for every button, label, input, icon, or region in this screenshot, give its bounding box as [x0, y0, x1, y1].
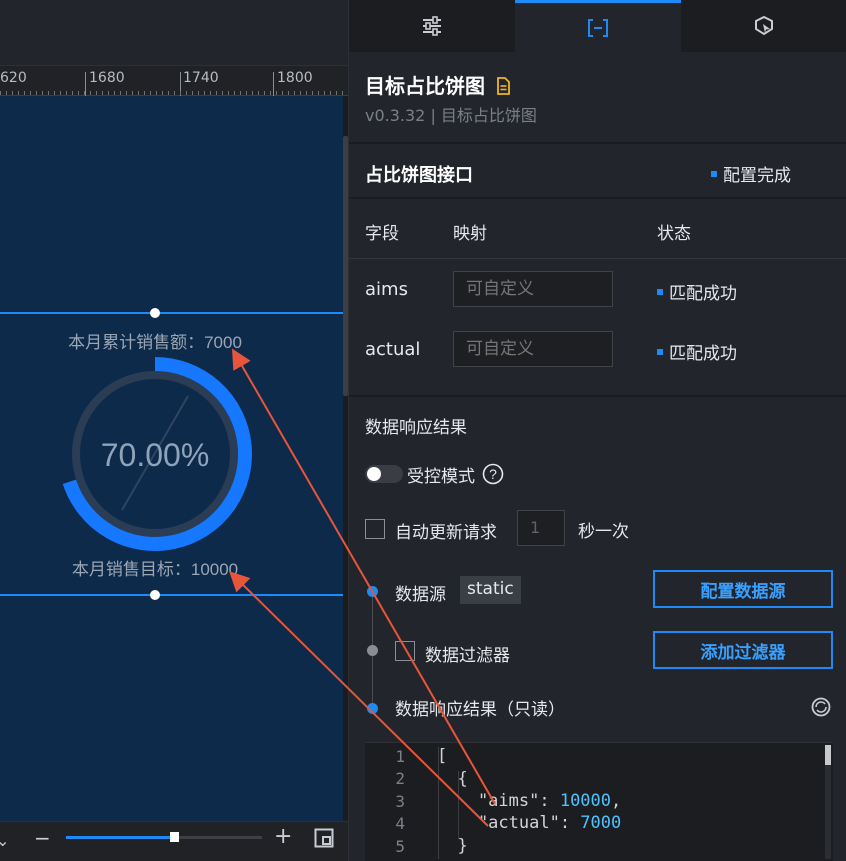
col-header-field: 字段	[365, 224, 399, 244]
mapping-input-aims[interactable]	[453, 271, 613, 307]
datasource-type-badge: static	[460, 576, 521, 604]
tab-interaction[interactable]	[681, 0, 846, 52]
zoom-out-icon[interactable]: −	[34, 828, 51, 848]
properties-panel: 目标占比饼图 v0.3.32 | 目标占比饼图 占比饼图接口 配置完成 字段 映…	[348, 0, 846, 861]
ruler-tick-label: 620	[0, 70, 27, 86]
sliders-icon	[423, 16, 441, 36]
design-canvas[interactable]: 本月累计销售额：7000 本月销售目标：10000 70.00%	[0, 96, 343, 821]
top-label: 本月累计销售额：7000	[68, 333, 242, 352]
cursor-box-icon	[755, 15, 773, 36]
ruler-minor-ticks	[0, 91, 348, 95]
fit-screen-icon[interactable]	[314, 828, 334, 848]
field-name-aims: aims	[365, 279, 408, 300]
field-name-actual: actual	[365, 339, 421, 360]
code-line: "aims": 10000,	[437, 791, 621, 811]
component-title: 目标占比饼图	[365, 70, 510, 99]
line-number: 2	[395, 769, 405, 788]
code-scrollbar-thumb[interactable]	[825, 745, 831, 765]
divider	[349, 395, 846, 397]
zoom-slider[interactable]	[66, 832, 262, 842]
interval-input[interactable]: 1	[517, 510, 565, 546]
resize-handle-bottom[interactable]	[150, 590, 160, 600]
zoom-slider-fill	[66, 836, 174, 839]
readonly-label: 数据响应结果（只读）	[395, 700, 565, 720]
chevron-down-icon[interactable]: ⌄	[0, 831, 9, 851]
controlled-mode-toggle[interactable]	[365, 465, 403, 483]
config-datasource-button[interactable]: 配置数据源	[653, 570, 833, 608]
ruler-tick-label: 1680	[89, 70, 125, 86]
resize-handle-top[interactable]	[150, 308, 160, 318]
code-line: [	[437, 746, 448, 766]
svg-text:?: ?	[489, 466, 497, 482]
code-line: "actual": 7000	[437, 813, 621, 833]
step-dot-active	[367, 703, 378, 714]
tab-data[interactable]	[515, 0, 681, 52]
pie-widget[interactable]: 本月累计销售额：7000 本月销售目标：10000 70.00%	[0, 96, 343, 821]
interface-status-text: 配置完成	[723, 166, 791, 186]
field-status-actual: 匹配成功	[657, 339, 737, 364]
bracket-data-icon	[588, 18, 608, 37]
version-line: v0.3.32 | 目标占比饼图	[365, 106, 537, 125]
step-dot-active	[367, 586, 378, 597]
ruler-tick-label: 1740	[183, 70, 219, 86]
percent-text: 70.00%	[101, 437, 210, 473]
doc-icon[interactable]	[496, 77, 510, 95]
help-icon[interactable]: ?	[482, 463, 504, 485]
zoom-slider-thumb[interactable]	[169, 832, 179, 842]
filter-label: 数据过滤器	[425, 646, 510, 666]
line-number: 4	[395, 814, 405, 833]
status-dot	[657, 349, 663, 355]
line-number: 3	[395, 792, 405, 811]
json-number: 7000	[580, 813, 622, 833]
zoom-in-icon[interactable]: +	[274, 826, 292, 848]
interface-status: 配置完成	[711, 161, 791, 186]
add-filter-button[interactable]: 添加过滤器	[653, 631, 833, 669]
line-number: 1	[395, 747, 405, 766]
horizontal-ruler: 620 1680 1740 1800	[0, 66, 348, 96]
panel-tabs	[349, 0, 846, 52]
datasource-label: 数据源	[395, 585, 446, 605]
filter-checkbox[interactable]	[395, 641, 415, 661]
interval-unit: 秒一次	[578, 522, 629, 542]
code-line: }	[437, 836, 468, 856]
component-title-text: 目标占比饼图	[365, 74, 485, 98]
ruler-tick-label: 1800	[277, 70, 313, 86]
json-key: "actual":	[437, 813, 581, 833]
json-punct: ,	[611, 791, 622, 811]
bottom-label: 本月销售目标：10000	[72, 560, 238, 579]
field-status-aims: 匹配成功	[657, 279, 737, 304]
auto-update-checkbox[interactable]	[365, 519, 385, 539]
code-line: {	[437, 769, 468, 789]
col-header-status: 状态	[657, 224, 691, 244]
divider	[349, 142, 846, 144]
field-status-text: 匹配成功	[669, 344, 737, 364]
status-dot	[657, 289, 663, 295]
zoom-bar: ⌄ − +	[0, 821, 348, 861]
mapping-input-actual[interactable]	[453, 331, 613, 367]
auto-update-label: 自动更新请求	[395, 523, 497, 543]
interface-title: 占比饼图接口	[365, 165, 473, 186]
json-key: "aims":	[437, 791, 560, 811]
col-header-mapping: 映射	[453, 224, 487, 244]
divider	[349, 258, 846, 259]
status-dot	[711, 171, 717, 177]
code-scrollbar-track[interactable]	[825, 765, 831, 859]
canvas-toolbar	[0, 0, 348, 66]
refresh-icon[interactable]	[810, 696, 832, 718]
json-code-viewer[interactable]: 1 2 3 4 5 [ { "aims": 10000, "actual": 7…	[365, 742, 833, 861]
tab-style[interactable]	[349, 0, 515, 52]
controlled-mode-label: 受控模式	[407, 467, 475, 487]
step-dot-inactive	[367, 645, 378, 656]
line-number: 5	[395, 837, 405, 856]
json-number: 10000	[559, 791, 612, 811]
response-title: 数据响应结果	[365, 418, 467, 438]
field-status-text: 匹配成功	[669, 284, 737, 304]
divider	[349, 197, 846, 199]
toggle-knob	[367, 467, 381, 481]
